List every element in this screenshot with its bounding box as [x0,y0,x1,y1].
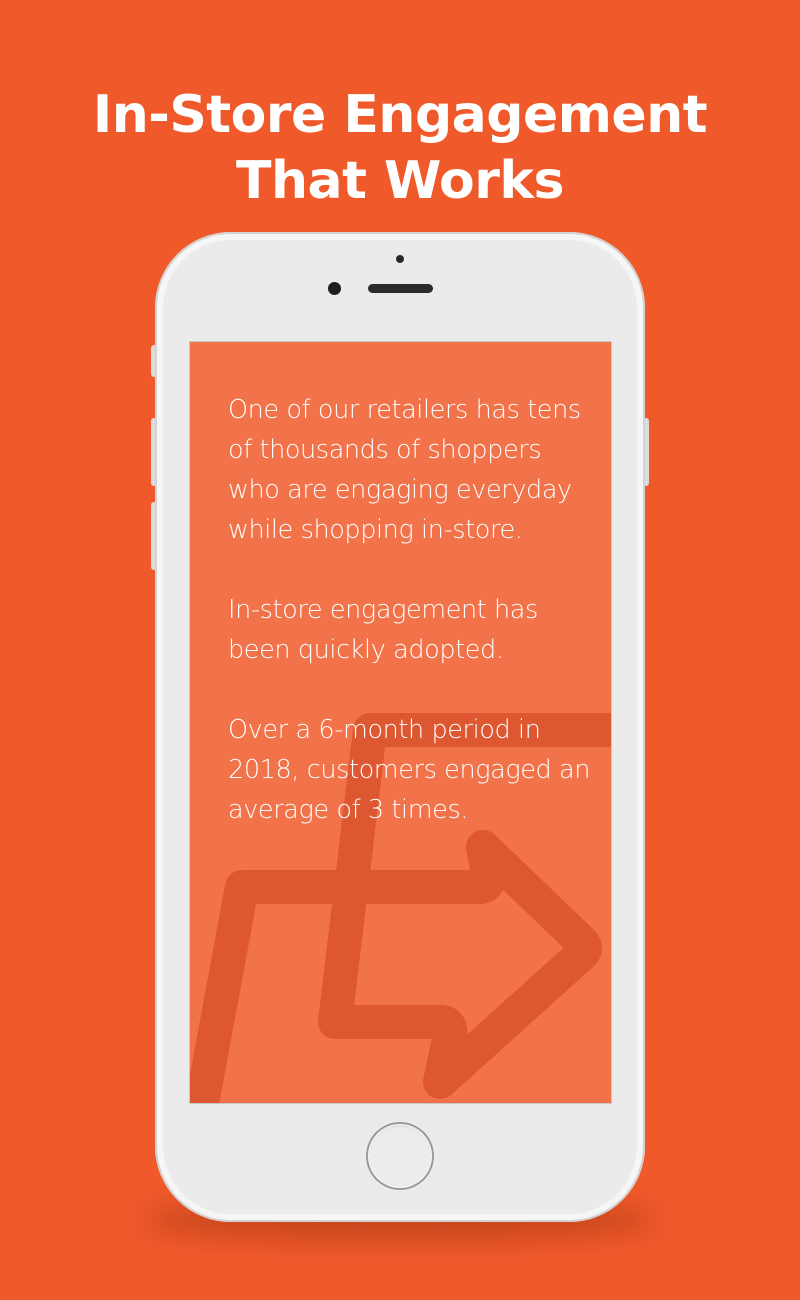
screen-text-block: One of our retailers has tens of thousan… [228,390,598,830]
paragraph-adoption: In-store engagement has been quickly ado… [228,595,538,665]
headline-line-1: In-Store Engagement [92,85,708,145]
paragraph-engagement-average: Over a 6-month period in 2018, customers… [228,715,591,825]
phone-screen: One of our retailers has tens of thousan… [190,342,611,1103]
front-camera-icon [328,282,341,295]
page-background: In-Store Engagement That Works One of ou… [0,0,800,1300]
headline: In-Store Engagement That Works [0,82,800,214]
earpiece-speaker [368,284,433,293]
headline-line-2: That Works [236,151,564,211]
home-button [366,1122,434,1190]
paragraph-retailer-shoppers: One of our retailers has tens of thousan… [228,395,581,545]
proximity-sensor [396,255,404,263]
